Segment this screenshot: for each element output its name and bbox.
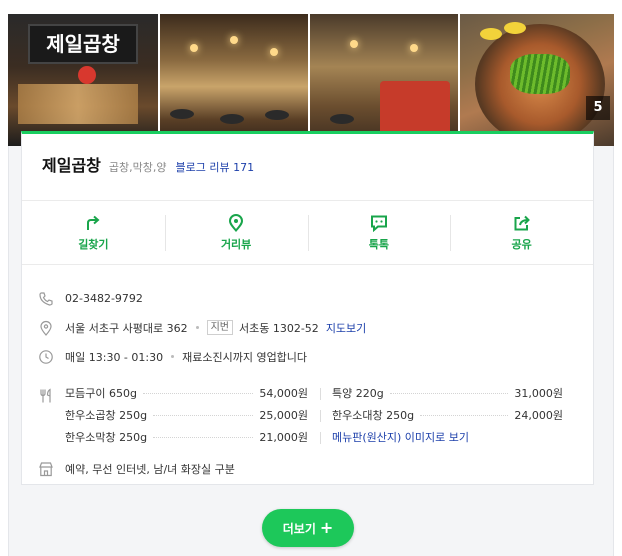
map-pin-icon [40,320,52,336]
street-view-button[interactable]: 거리뷰 [164,201,308,264]
menu-item-name: 특양 220g [332,387,384,400]
action-bar: 길찾기 거리뷰 톡톡 공유 [22,200,593,265]
menu-image-link-cell: 메뉴판(원산지) 이미지로 보기 [320,429,563,445]
photo-count-badge[interactable]: 5 [586,96,610,120]
phone-number[interactable]: 02-3482-9792 [65,292,143,305]
dotted-leader [153,414,254,416]
share-button[interactable]: 공유 [450,201,593,264]
info-list: 02-3482-9792 서울 서초구 사평대로 362 지번 서초동 1302… [38,284,578,476]
road-address: 서울 서초구 사평대로 362 [65,321,188,335]
dotted-leader [142,392,254,394]
ceiling-lamp [410,44,418,52]
ceiling-lamp [270,48,278,56]
dotted-leader [389,392,509,394]
menu-item: 한우소막창 250g 21,000원 [65,429,308,445]
ceiling-lamp [350,40,358,48]
phone-icon [39,291,53,306]
table [265,110,289,120]
address-row: 서울 서초구 사평대로 362 지번 서초동 1302-52 지도보기 [38,313,578,342]
title-row: 제일곱창 곱창,막창,양 블로그 리뷰 171 [42,152,254,176]
share-label: 공유 [511,237,532,251]
ceiling-lamp [230,36,238,44]
menu-item-name: 한우소곱창 250g [65,409,148,422]
facilities-row: 예약, 무선 인터넷, 남/녀 화장실 구분 [38,454,235,483]
table [170,109,194,119]
directions-label: 길찾기 [78,237,109,251]
menu-item-price: 21,000원 [259,431,308,444]
dotted-leader [153,436,254,438]
dotted-leader [420,414,509,416]
talk-label: 톡톡 [368,237,389,251]
map-link[interactable]: 지도보기 [326,320,366,336]
menu-row: 한우소막창 250g 21,000원 메뉴판(원산지) 이미지로 보기 [65,426,575,448]
menu-item: 모듬구이 650g 54,000원 [65,385,308,401]
ceiling-lamp [190,44,198,52]
blog-review-link[interactable]: 블로그 리뷰 171 [175,159,254,175]
menu-item: 한우소대창 250g 24,000원 [320,407,563,423]
menu-item-name: 한우소대창 250g [332,409,415,422]
phone-row: 02-3482-9792 [38,284,578,313]
table [330,114,354,124]
location-pin-icon [229,213,244,232]
plus-icon: + [319,518,334,537]
jibun-tag: 지번 [206,320,233,335]
separator-dot [195,326,199,329]
jibun-address: 서초동 1302-52 [238,321,319,335]
street-view-label: 거리뷰 [220,237,252,251]
facilities-text: 예약, 무선 인터넷, 남/녀 화장실 구분 [65,462,235,476]
fork-knife-icon [40,388,51,403]
menu-row: 한우소곱창 250g 25,000원 한우소대창 250g 24,000원 [65,404,575,426]
hours-note: 재료소진시까지 영업합니다 [182,350,308,364]
menu-item-price: 31,000원 [514,387,563,400]
menu-item: 특양 220g 31,000원 [320,385,563,401]
blog-review-label: 블로그 리뷰 [175,161,230,174]
menu-image-link[interactable]: 메뉴판(원산지) 이미지로 보기 [332,429,469,445]
table [220,114,244,124]
route-arrow-icon [87,215,100,230]
menu-item-name: 한우소막창 250g [65,431,148,444]
more-button[interactable]: 더보기 + [262,509,354,547]
sign-logo [78,66,96,84]
talk-button[interactable]: 톡톡 [307,201,451,264]
chives [510,54,570,94]
red-oven [380,81,450,136]
place-name[interactable]: 제일곱창 [42,152,101,176]
menu-item-name: 모듬구이 650g [65,387,137,400]
menu-item-price: 24,000원 [514,409,563,422]
more-button-label: 더보기 [282,521,316,536]
photo-interior-2[interactable] [310,14,458,146]
photo-food[interactable]: 5 [460,14,614,146]
photo-interior-1[interactable] [160,14,308,146]
hours-row: 매일 13:30 - 01:30 재료소진시까지 영업합니다 [38,342,578,371]
lemon-slice [504,22,526,34]
place-card: 제일곱창 곱창,막창,양 블로그 리뷰 171 길찾기 거리뷰 톡톡 공유 02… [21,131,594,485]
business-hours: 매일 13:30 - 01:30 [65,350,164,364]
shop-window [18,84,138,124]
clock-icon [39,349,53,364]
blog-review-count: 171 [233,161,255,174]
photo-storefront[interactable]: 제일곱창 [8,14,158,146]
store-icon [39,461,53,476]
share-icon [514,215,530,230]
chat-icon [370,215,387,232]
directions-button[interactable]: 길찾기 [22,201,165,264]
store-sign: 제일곱창 [28,24,138,64]
menu-row: 모듬구이 650g 54,000원 특양 220g 31,000원 [65,382,575,404]
menu-grid: 모듬구이 650g 54,000원 특양 220g 31,000원 한우소곱창 … [65,382,575,448]
place-category: 곱창,막창,양 [108,161,167,174]
menu-item-price: 54,000원 [259,387,308,400]
lemon-slice [480,28,502,40]
separator-dot [171,355,175,358]
photo-strip[interactable]: 제일곱창 5 [8,14,614,146]
menu-item: 한우소곱창 250g 25,000원 [65,407,308,423]
menu-item-price: 25,000원 [259,409,308,422]
